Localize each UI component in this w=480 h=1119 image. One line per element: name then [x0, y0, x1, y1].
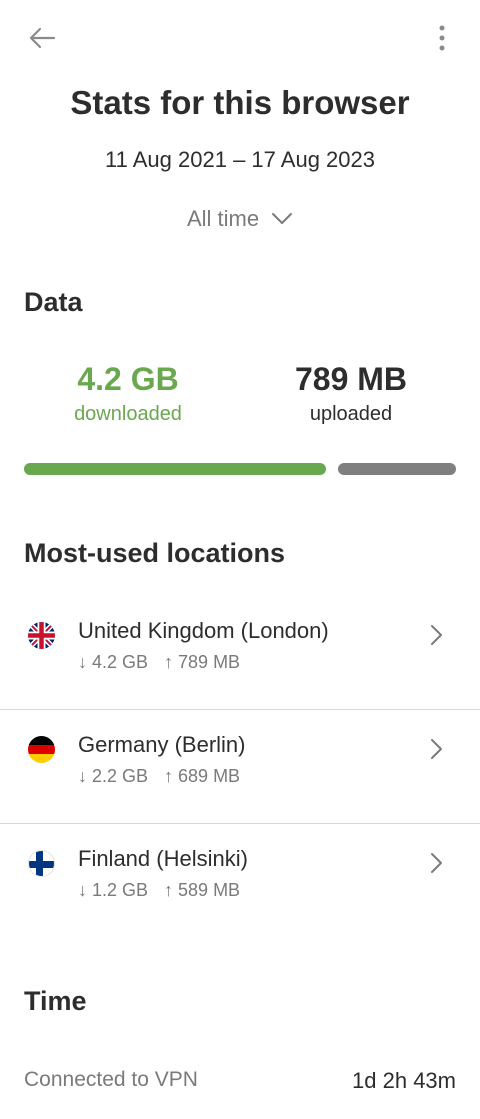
uploaded-bar: [338, 463, 456, 475]
downloaded-stat: 4.2 GB downloaded: [18, 361, 238, 426]
germany-flag-icon: [28, 736, 55, 763]
chevron-down-icon: [272, 213, 293, 224]
uploaded-caption: uploaded: [309, 403, 393, 426]
location-traffic: ↓ 1.2 GB ↑ 589 MB: [78, 880, 240, 901]
location-name: Germany (Berlin): [78, 732, 246, 757]
location-row-finland[interactable]: Finland (Helsinki) ↓ 1.2 GB ↑ 589 MB: [0, 824, 480, 937]
finland-flag-icon: [28, 850, 55, 877]
back-button[interactable]: [24, 20, 60, 56]
location-traffic: ↓ 2.2 GB ↑ 689 MB: [78, 766, 240, 787]
download-amount: ↓ 1.2 GB: [78, 880, 149, 900]
date-range: 11 Aug 2021 – 17 Aug 2023: [105, 147, 375, 172]
downloaded-caption: downloaded: [74, 403, 182, 426]
data-heading: Data: [24, 287, 83, 317]
time-range-label: All time: [186, 206, 260, 231]
uploaded-value: 789 MB: [294, 361, 408, 397]
page-title: Stats for this browser: [70, 84, 410, 121]
location-row-uk[interactable]: United Kingdom (London) ↓ 4.2 GB ↑ 789 M…: [0, 596, 480, 709]
uk-flag-icon: [28, 622, 55, 649]
arrow-left-icon: [29, 27, 56, 49]
location-row-germany[interactable]: Germany (Berlin) ↓ 2.2 GB ↑ 689 MB: [0, 710, 480, 823]
connected-value: 1d 2h 43m: [352, 1068, 456, 1093]
time-heading: Time: [24, 986, 87, 1016]
upload-amount: ↑ 689 MB: [164, 766, 241, 786]
chevron-right-icon: [431, 739, 442, 759]
uploaded-stat: 789 MB uploaded: [241, 361, 461, 426]
chevron-right-icon: [431, 625, 442, 645]
location-name: Finland (Helsinki): [78, 846, 248, 871]
location-traffic: ↓ 4.2 GB ↑ 789 MB: [78, 652, 240, 673]
chevron-right-icon: [431, 853, 442, 873]
time-range-dropdown[interactable]: All time: [160, 201, 320, 237]
download-amount: ↓ 4.2 GB: [78, 652, 149, 672]
upload-amount: ↑ 589 MB: [164, 880, 241, 900]
connected-label: Connected to VPN: [24, 1068, 198, 1091]
download-amount: ↓ 2.2 GB: [78, 766, 149, 786]
top-bar: [0, 0, 480, 76]
upload-amount: ↑ 789 MB: [164, 652, 241, 672]
connected-time-row: Connected to VPN 1d 2h 43m: [24, 1068, 456, 1094]
downloaded-bar: [24, 463, 326, 475]
downloaded-value: 4.2 GB: [77, 361, 179, 397]
locations-heading: Most-used locations: [24, 538, 286, 568]
more-vertical-icon: [439, 25, 445, 51]
location-name: United Kingdom (London): [78, 618, 329, 643]
more-options-button[interactable]: [428, 20, 456, 56]
